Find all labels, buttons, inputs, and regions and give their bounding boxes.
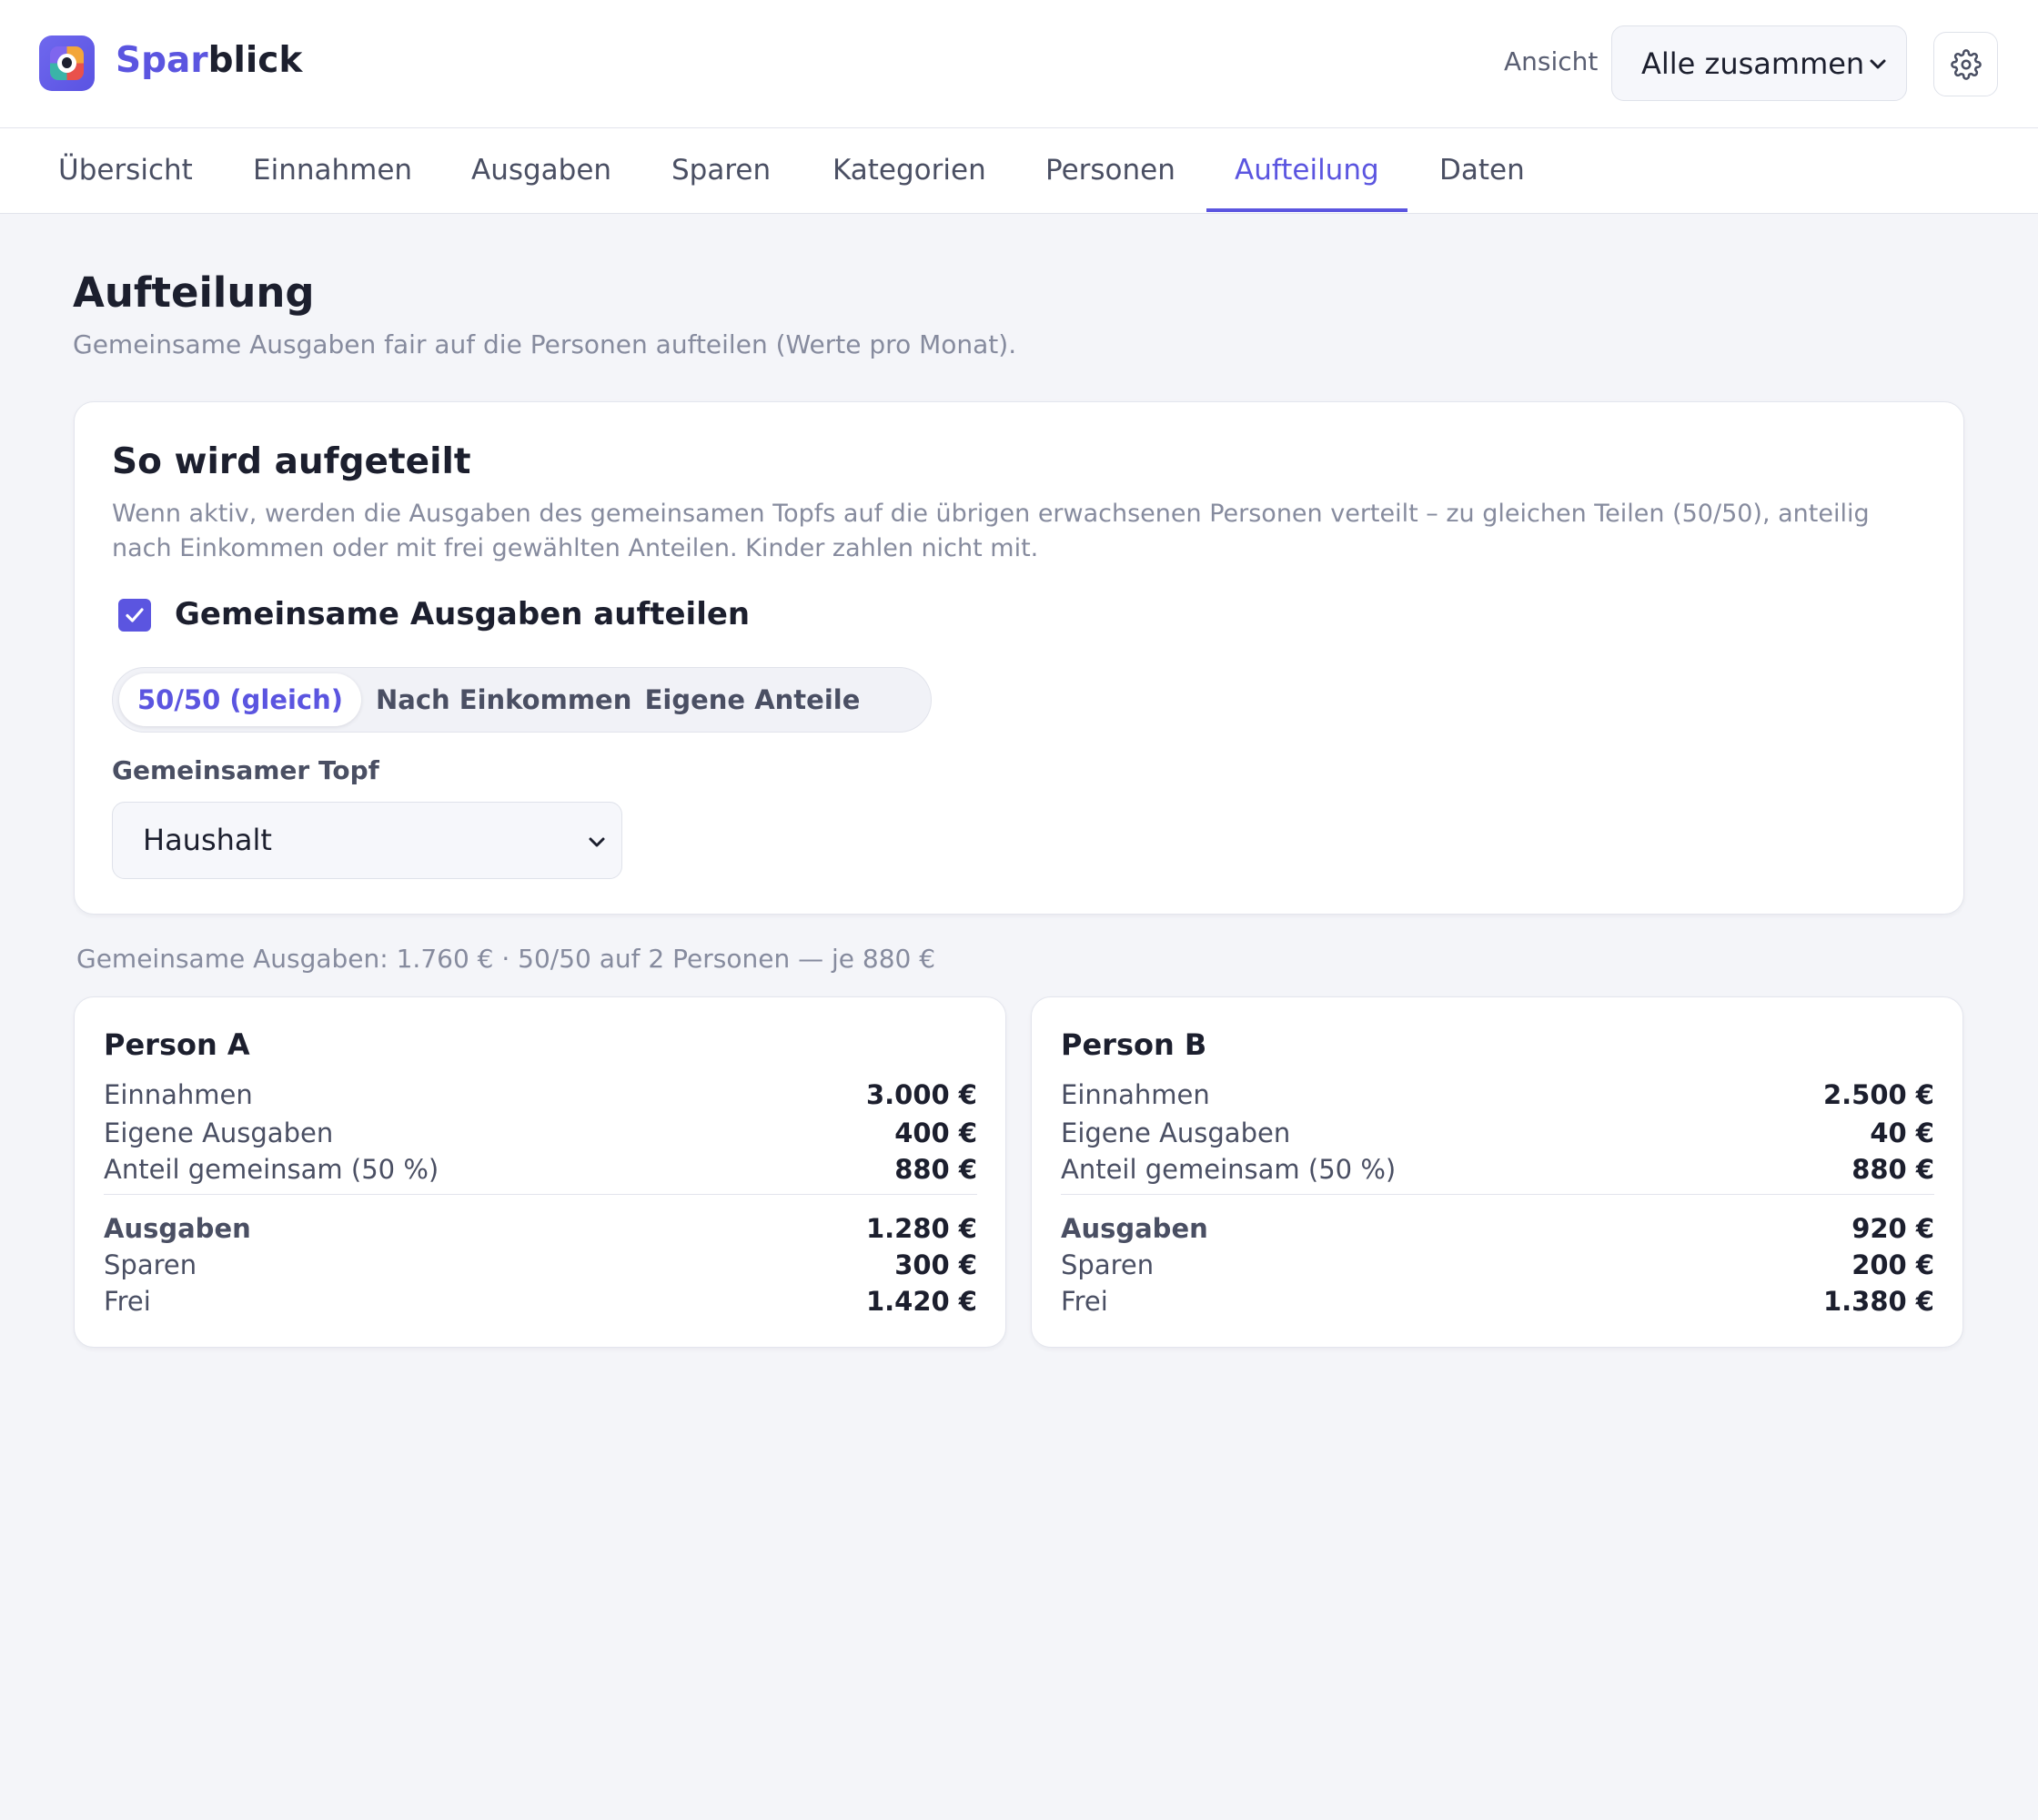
row-value: 880 € [1851, 1154, 1934, 1185]
split-card-description: Wenn aktiv, werden die Ausgaben des geme… [112, 500, 1870, 562]
row-value: 880 € [894, 1154, 977, 1185]
view-select[interactable]: Alle zusammen [1611, 25, 1907, 101]
tab-einnahmen[interactable]: Einnahmen [225, 128, 440, 212]
divider [1061, 1194, 1934, 1195]
page-title: Aufteilung [73, 268, 315, 317]
row-label: Anteil gemeinsam (50 %) [104, 1154, 439, 1185]
row-value: 1.280 € [865, 1213, 977, 1244]
row-value: 1.420 € [865, 1286, 977, 1317]
split-expenses-checkbox[interactable] [118, 599, 151, 632]
row-label: Einnahmen [1061, 1079, 1210, 1110]
row-value: 2.500 € [1822, 1079, 1934, 1110]
mode-equal-button[interactable]: 50/50 (gleich) [119, 673, 361, 726]
brand-part-spar: Spar [116, 40, 208, 81]
person-row-total-expenses: Ausgaben 920 € [1061, 1210, 1934, 1247]
row-value: 300 € [894, 1249, 977, 1280]
tab-kategorien[interactable]: Kategorien [804, 128, 1014, 212]
row-value: 40 € [1870, 1117, 1934, 1148]
person-row-total-expenses: Ausgaben 1.280 € [104, 1210, 977, 1247]
person-row-free: Frei 1.420 € [104, 1283, 977, 1320]
split-expenses-label[interactable]: Gemeinsame Ausgaben aufteilen [175, 593, 750, 635]
brand-part-blick: blick [207, 40, 303, 81]
gear-icon [1951, 49, 1982, 80]
row-value: 3.000 € [865, 1079, 977, 1110]
row-label: Frei [104, 1286, 151, 1317]
tab-ausgaben[interactable]: Ausgaben [443, 128, 640, 212]
person-name: Person A [104, 1027, 250, 1062]
settings-button[interactable] [1933, 32, 1998, 96]
row-label: Einnahmen [104, 1079, 253, 1110]
tab-aufteilung[interactable]: Aufteilung [1206, 128, 1407, 212]
person-row-free: Frei 1.380 € [1061, 1283, 1934, 1320]
divider [104, 1194, 977, 1195]
tab-daten[interactable]: Daten [1411, 128, 1553, 212]
person-row-shared-share: Anteil gemeinsam (50 %) 880 € [104, 1151, 977, 1188]
pot-select[interactable]: Haushalt [112, 802, 622, 879]
mode-income-button[interactable]: Nach Einkommen [376, 673, 631, 726]
person-card-a: Person A Einnahmen 3.000 € Eigene Ausgab… [74, 996, 1006, 1348]
person-row-own-expenses: Eigene Ausgaben 400 € [104, 1115, 977, 1151]
row-value: 920 € [1851, 1213, 1934, 1244]
person-row-own-expenses: Eigene Ausgaben 40 € [1061, 1115, 1934, 1151]
split-summary: Gemeinsame Ausgaben: 1.760 € · 50/50 auf… [76, 944, 936, 974]
checkmark-icon [126, 608, 144, 622]
page-subtitle: Gemeinsame Ausgaben fair auf die Persone… [73, 329, 1017, 359]
person-row-savings: Sparen 200 € [1061, 1247, 1934, 1283]
tab-uebersicht[interactable]: Übersicht [30, 128, 221, 212]
view-select-value: Alle zusammen [1641, 46, 1865, 81]
person-row-income: Einnahmen 3.000 € [104, 1077, 977, 1113]
row-label: Sparen [104, 1249, 197, 1280]
split-card-title: So wird aufgeteilt [112, 441, 471, 482]
pot-select-value: Haushalt [143, 823, 272, 857]
person-row-income: Einnahmen 2.500 € [1061, 1077, 1934, 1113]
person-name: Person B [1061, 1027, 1207, 1062]
row-label: Ausgaben [104, 1213, 251, 1244]
row-value: 1.380 € [1822, 1286, 1934, 1317]
row-value: 200 € [1851, 1249, 1934, 1280]
main-tabs: Übersicht Einnahmen Ausgaben Sparen Kate… [0, 128, 2038, 214]
chevron-down-icon [589, 837, 605, 847]
row-label: Eigene Ausgaben [104, 1117, 334, 1148]
pot-label: Gemeinsamer Topf [112, 755, 379, 785]
row-label: Anteil gemeinsam (50 %) [1061, 1154, 1397, 1185]
chevron-down-icon [1870, 59, 1886, 69]
person-row-shared-share: Anteil gemeinsam (50 %) 880 € [1061, 1151, 1934, 1188]
row-label: Sparen [1061, 1249, 1155, 1280]
split-mode-selector: 50/50 (gleich) Nach Einkommen Eigene Ant… [112, 667, 932, 733]
row-label: Frei [1061, 1286, 1108, 1317]
view-label: Ansicht [1504, 46, 1599, 76]
person-row-savings: Sparen 300 € [104, 1247, 977, 1283]
row-label: Ausgaben [1061, 1213, 1208, 1244]
row-value: 400 € [894, 1117, 977, 1148]
row-label: Eigene Ausgaben [1061, 1117, 1291, 1148]
tab-sparen[interactable]: Sparen [643, 128, 799, 212]
tab-personen[interactable]: Personen [1017, 128, 1204, 212]
top-bar: Sparblick Ansicht Alle zusammen [0, 0, 2038, 128]
person-card-b: Person B Einnahmen 2.500 € Eigene Ausgab… [1031, 996, 1963, 1348]
app-brand[interactable]: Sparblick [116, 36, 302, 86]
split-settings-card: So wird aufgeteilt Wenn aktiv, werden di… [74, 401, 1964, 915]
app-logo-icon[interactable] [39, 35, 95, 91]
mode-custom-button[interactable]: Eigene Anteile [616, 673, 889, 726]
